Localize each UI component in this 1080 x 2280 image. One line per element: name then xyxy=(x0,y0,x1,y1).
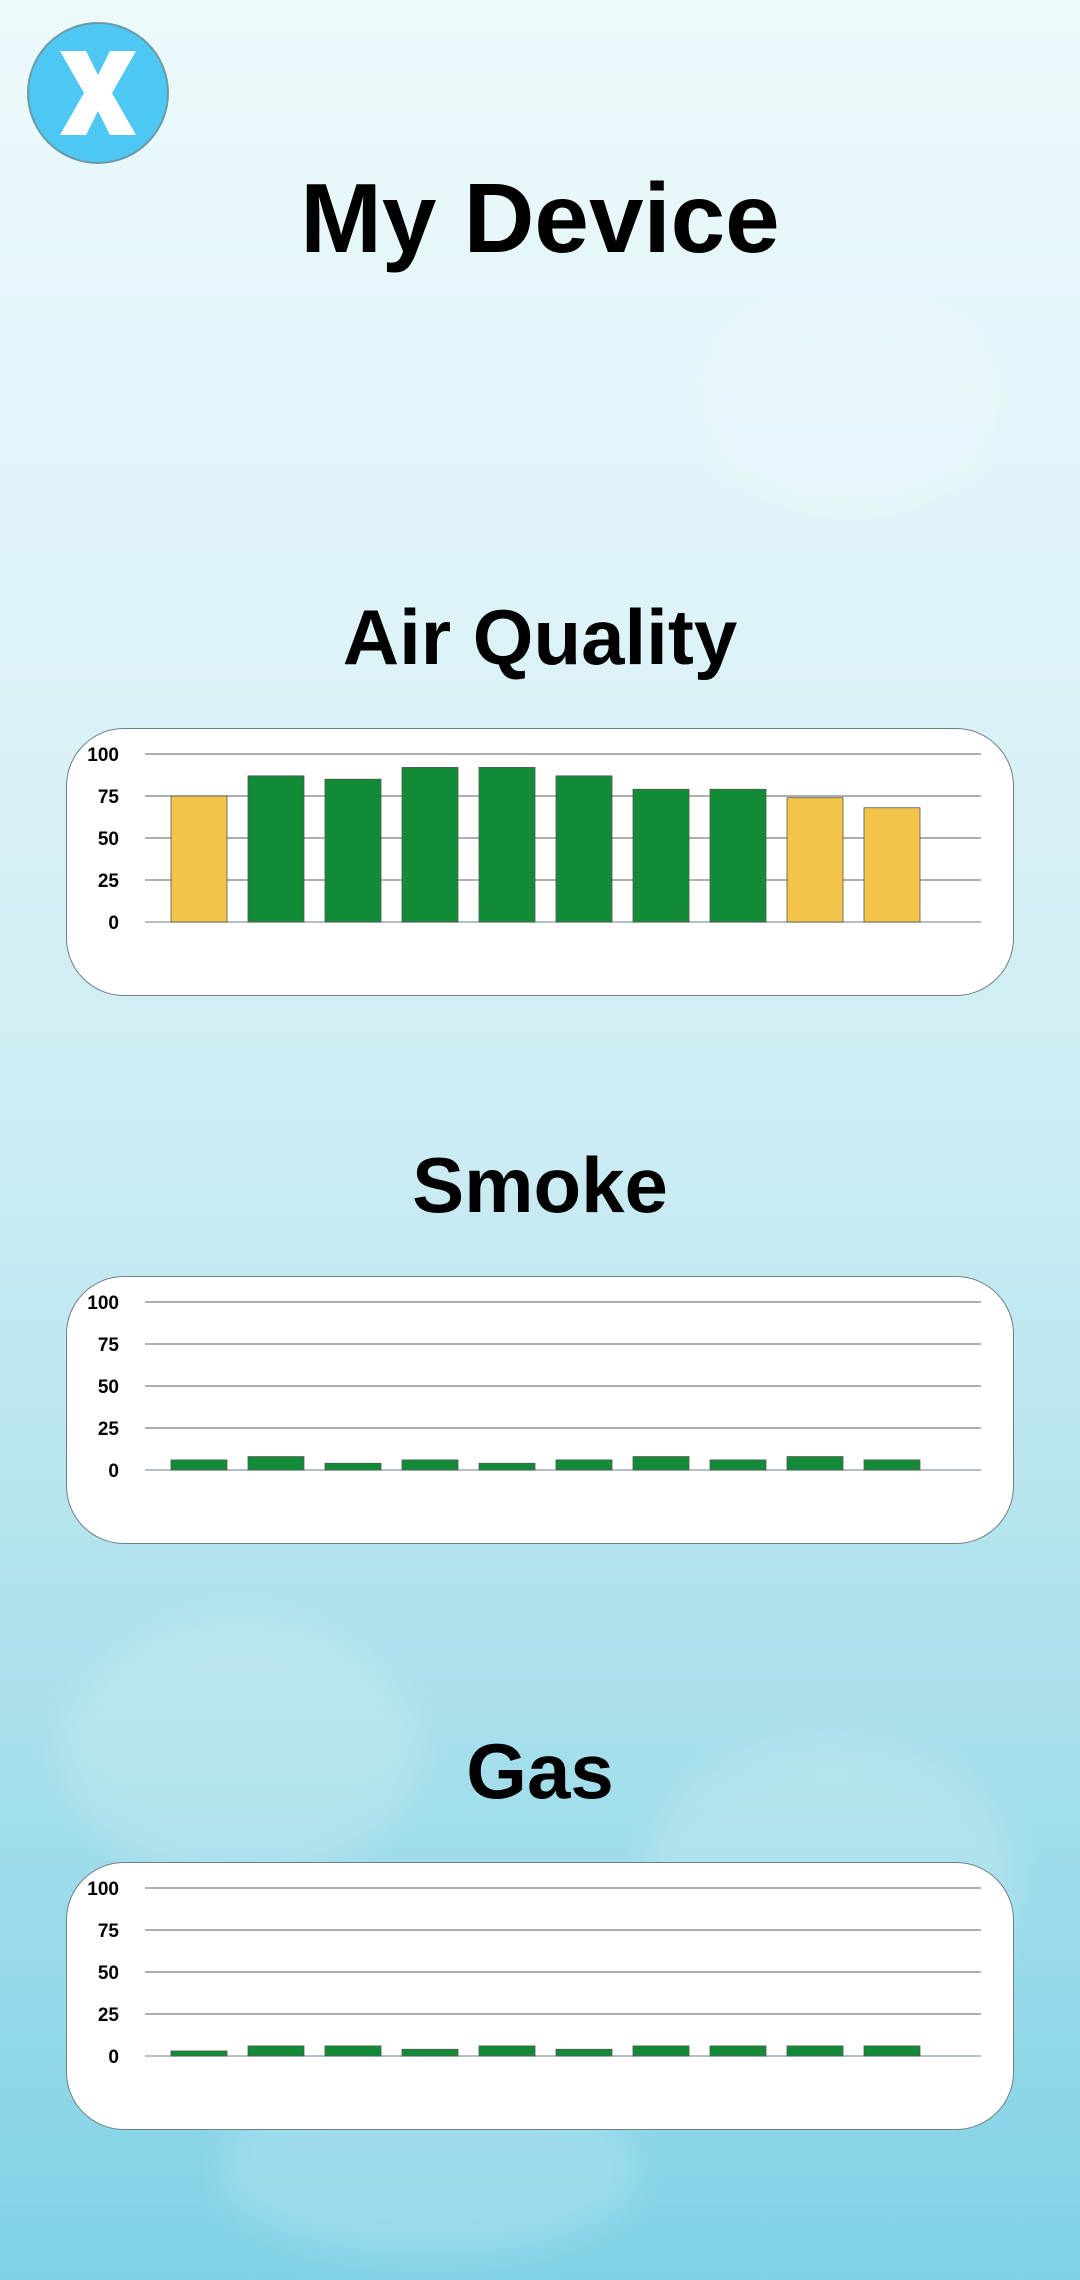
bar xyxy=(401,767,459,923)
bar xyxy=(632,788,690,923)
bar xyxy=(324,2045,382,2057)
bar xyxy=(478,767,536,923)
bar xyxy=(709,1459,767,1471)
bar xyxy=(170,1459,228,1471)
y-tick-label: 75 xyxy=(98,787,120,808)
bar xyxy=(170,2050,228,2057)
background-texture xyxy=(700,300,1000,520)
bar xyxy=(786,2045,844,2057)
gas-chart: 0 25 50 75 100 xyxy=(87,1879,981,2068)
y-tick-label: 25 xyxy=(98,2005,120,2026)
y-tick-label: 25 xyxy=(98,1419,120,1440)
bar xyxy=(786,797,844,923)
y-tick-label: 50 xyxy=(98,1377,119,1398)
bar xyxy=(863,807,921,923)
bar xyxy=(709,788,767,923)
bar xyxy=(632,1456,690,1471)
bar xyxy=(632,2045,690,2057)
y-tick-label: 75 xyxy=(98,1921,120,1942)
bar xyxy=(247,775,305,923)
bar xyxy=(401,2048,459,2057)
page-title: My Device xyxy=(300,163,780,273)
bar xyxy=(709,2045,767,2057)
y-tick-label: 50 xyxy=(98,1963,119,1984)
y-tick-label: 100 xyxy=(87,1293,119,1314)
y-tick-label: 25 xyxy=(98,871,120,892)
bar xyxy=(478,1462,536,1471)
air-quality-chart-card: 0 25 50 75 100 xyxy=(66,728,1014,996)
y-tick-label: 100 xyxy=(87,745,119,766)
bar xyxy=(324,778,382,923)
bar xyxy=(247,1456,305,1471)
bar xyxy=(555,1459,613,1471)
close-icon xyxy=(60,51,136,135)
smoke-chart: 0 25 50 75 100 xyxy=(87,1293,981,1482)
y-tick-label: 0 xyxy=(108,2047,119,2068)
bar xyxy=(555,2048,613,2057)
y-tick-label: 50 xyxy=(98,829,119,850)
bar xyxy=(863,2045,921,2057)
bar xyxy=(555,775,613,923)
y-tick-label: 0 xyxy=(108,1461,119,1482)
bar xyxy=(170,795,228,923)
bar xyxy=(786,1456,844,1471)
bar xyxy=(247,2045,305,2057)
y-tick-label: 75 xyxy=(98,1335,120,1356)
gas-chart-card: 0 25 50 75 100 xyxy=(66,1862,1014,2130)
bar xyxy=(863,1459,921,1471)
y-tick-label: 100 xyxy=(87,1879,119,1900)
air-quality-chart: 0 25 50 75 100 xyxy=(87,745,981,934)
bar xyxy=(478,2045,536,2057)
smoke-chart-card: 0 25 50 75 100 xyxy=(66,1276,1014,1544)
close-button[interactable] xyxy=(27,22,169,164)
section-title-gas: Gas xyxy=(466,1727,614,1815)
bar xyxy=(324,1462,382,1471)
y-tick-label: 0 xyxy=(108,913,119,934)
bar xyxy=(401,1459,459,1471)
section-title-air-quality: Air Quality xyxy=(342,593,738,681)
section-title-smoke: Smoke xyxy=(412,1141,668,1229)
